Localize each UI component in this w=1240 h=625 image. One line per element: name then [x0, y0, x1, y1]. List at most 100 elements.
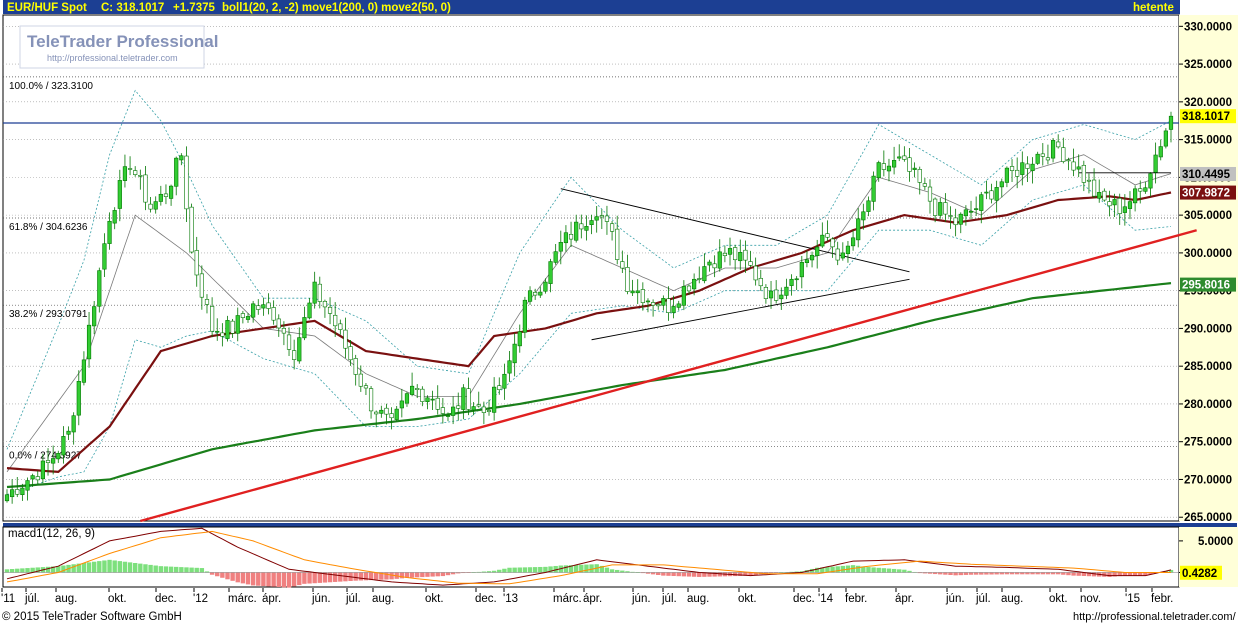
candle-body — [1061, 147, 1066, 162]
x-tick-label: aug. — [55, 593, 77, 605]
candle-body — [215, 330, 220, 333]
candle-body — [286, 334, 292, 350]
macd-histogram-bar — [497, 569, 502, 573]
candle-body — [117, 180, 122, 209]
macd-histogram-bar — [143, 564, 148, 573]
candle-body — [548, 261, 553, 284]
candle-body — [763, 287, 769, 299]
candle-body — [1040, 153, 1045, 157]
candle-body — [461, 387, 466, 410]
candle-body — [1102, 190, 1107, 201]
macd-histogram-bar — [20, 568, 25, 573]
candle-body — [943, 202, 948, 215]
x-tick-label: okt. — [738, 593, 757, 605]
candle-body — [912, 167, 917, 170]
macd-histogram-bar — [938, 572, 943, 575]
candle-body — [733, 247, 738, 261]
candle-body — [656, 304, 661, 307]
candle-body — [743, 249, 748, 261]
macd-histogram-bar — [958, 572, 963, 576]
candle-body — [86, 324, 92, 360]
x-tick-label: jún. — [631, 593, 651, 605]
candle-body — [692, 278, 697, 290]
time-axis: '11 júl. aug. okt. dec. '12 márc. ápr. jún. júl. a… — [1, 588, 1179, 605]
macd-histogram-bar — [445, 572, 451, 576]
candle-body — [681, 286, 686, 306]
candle-body — [671, 306, 676, 313]
macd-histogram-bar — [717, 572, 722, 577]
candle-body — [420, 388, 425, 402]
x-tick-label: nov. — [1080, 593, 1101, 605]
candle-body — [979, 194, 984, 211]
candle-body — [102, 243, 107, 270]
candle-body — [338, 323, 343, 330]
candle-body — [856, 218, 861, 241]
macd-histogram-bar — [153, 565, 158, 573]
candle-body — [1056, 141, 1061, 148]
candle-body — [963, 209, 968, 217]
macd-histogram-bar — [507, 567, 512, 573]
macd-histogram-bar — [671, 572, 676, 577]
macd-histogram-bar — [902, 569, 907, 573]
candle-body — [579, 223, 584, 230]
x-tick-label: febr. — [845, 593, 867, 605]
candle-body — [266, 302, 271, 309]
candle-body — [697, 278, 702, 280]
macd-histogram-bar — [25, 568, 30, 573]
candle-body — [56, 453, 61, 460]
candle-body — [815, 246, 820, 256]
candle-body — [230, 320, 235, 334]
candle-body — [686, 285, 692, 292]
y-tick-label: 265.0000 — [1184, 512, 1232, 524]
candle-body — [1086, 179, 1092, 182]
x-tick-label: júl. — [975, 593, 991, 605]
y-tick-label: 270.0000 — [1184, 474, 1232, 486]
macd-histogram-bar — [261, 572, 266, 587]
candle-body — [148, 203, 153, 210]
candle-body — [127, 168, 133, 170]
pane-separator — [3, 523, 1237, 527]
candle-body — [81, 359, 87, 383]
candle-body — [179, 155, 184, 161]
macd-histogram-bar — [691, 572, 697, 577]
candle-body — [968, 211, 974, 213]
candle-body — [404, 393, 410, 404]
macd-histogram-bar — [1045, 572, 1051, 575]
macd-histogram-bar — [45, 566, 51, 573]
x-tick-label: júl. — [24, 593, 40, 605]
candle-body — [850, 237, 856, 247]
macd-histogram-bar — [399, 572, 405, 579]
macd-histogram-bar — [281, 572, 287, 588]
candle-body — [1117, 198, 1122, 214]
candle-body — [538, 291, 543, 296]
macd-histogram-bar — [999, 572, 1004, 575]
candle-body — [451, 406, 456, 416]
candle-body — [327, 306, 333, 314]
fib-label: 61.8% / 304.6236 — [9, 222, 88, 233]
macd-histogram-bar — [168, 566, 174, 573]
candle-body — [543, 281, 548, 292]
macd-histogram-bar — [1014, 572, 1020, 575]
candle-body — [189, 206, 194, 253]
candle-body — [333, 314, 338, 327]
macd-histogram-bar — [440, 572, 446, 577]
candle-body — [174, 157, 179, 187]
x-tick-label: márc. — [228, 593, 257, 605]
candle-body — [1091, 179, 1097, 197]
candle-body — [845, 245, 851, 255]
macd-histogram-bar — [1076, 572, 1081, 576]
candle-body — [609, 223, 615, 232]
candle-body — [1015, 169, 1020, 177]
macd-histogram-bar — [532, 567, 538, 573]
candle-body — [210, 306, 215, 332]
x-tick-label: '12 — [193, 593, 208, 605]
header-period: hetente — [1133, 2, 1174, 14]
candle-body — [445, 415, 451, 417]
candle-body — [589, 220, 594, 225]
footer-url[interactable]: http://professional.teletrader.com/ — [1073, 611, 1237, 623]
y-tick-label: 285.0000 — [1184, 361, 1232, 373]
macd-histogram-bar — [538, 566, 543, 573]
candle-body — [481, 406, 486, 413]
macd-histogram-bar — [1066, 572, 1071, 576]
macd-histogram-bar — [225, 572, 230, 580]
